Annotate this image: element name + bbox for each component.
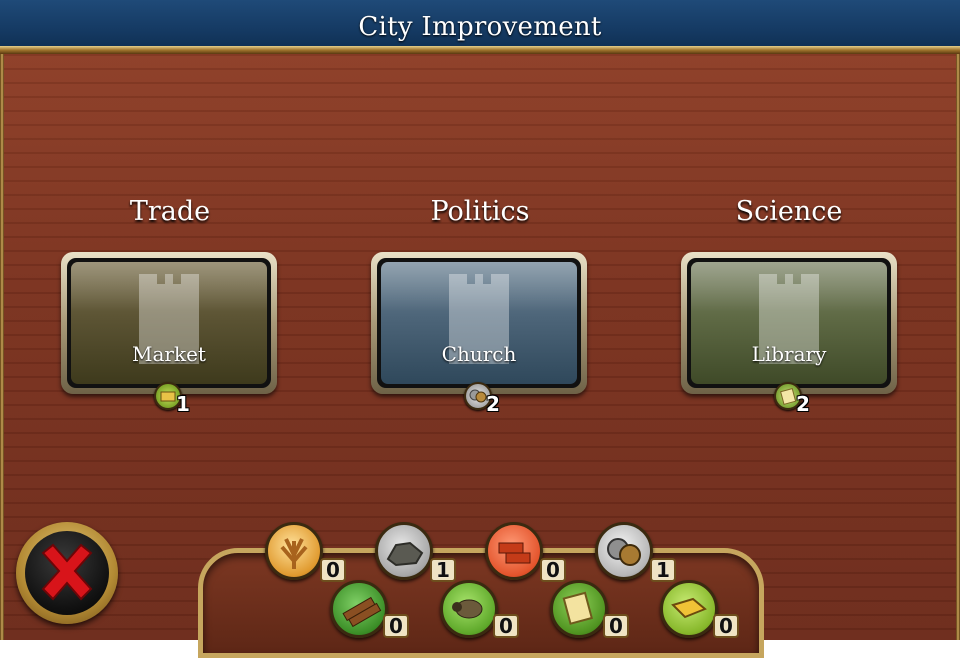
building-label-church: Church xyxy=(441,342,517,366)
paper-icon xyxy=(550,580,608,638)
ore-icon xyxy=(375,522,433,580)
building-label-market: Market xyxy=(132,342,206,366)
sheep-icon xyxy=(440,580,498,638)
church-cost-value: 2 xyxy=(486,392,500,416)
market-card[interactable]: Market xyxy=(61,252,277,394)
brick-icon xyxy=(485,522,543,580)
wheat-count: 0 xyxy=(320,558,346,582)
category-title-science: Science xyxy=(735,196,843,227)
window-title: City Improvement xyxy=(358,12,602,42)
library-card[interactable]: Library xyxy=(681,252,897,394)
cloth-icon xyxy=(660,580,718,638)
coin-icon xyxy=(595,522,653,580)
close-button[interactable] xyxy=(16,522,118,624)
lumber-count: 0 xyxy=(383,614,409,638)
header-divider xyxy=(0,46,960,54)
building-label-library: Library xyxy=(751,342,827,366)
category-title-politics: Politics xyxy=(430,196,530,227)
brick-count: 0 xyxy=(540,558,566,582)
ore-count: 1 xyxy=(430,558,456,582)
category-title-trade: Trade xyxy=(129,196,211,227)
lumber-icon xyxy=(330,580,388,638)
close-icon xyxy=(41,543,93,601)
title-bar: City Improvement xyxy=(0,0,960,50)
church-card[interactable]: Church xyxy=(371,252,587,394)
market-cost-value: 1 xyxy=(176,392,190,416)
library-cost-value: 2 xyxy=(796,392,810,416)
right-border xyxy=(956,54,960,640)
sheep-count: 0 xyxy=(493,614,519,638)
cloth-count: 0 xyxy=(713,614,739,638)
paper-count: 0 xyxy=(603,614,629,638)
wheat-icon xyxy=(265,522,323,580)
coin-count: 1 xyxy=(650,558,676,582)
left-border xyxy=(0,54,4,640)
